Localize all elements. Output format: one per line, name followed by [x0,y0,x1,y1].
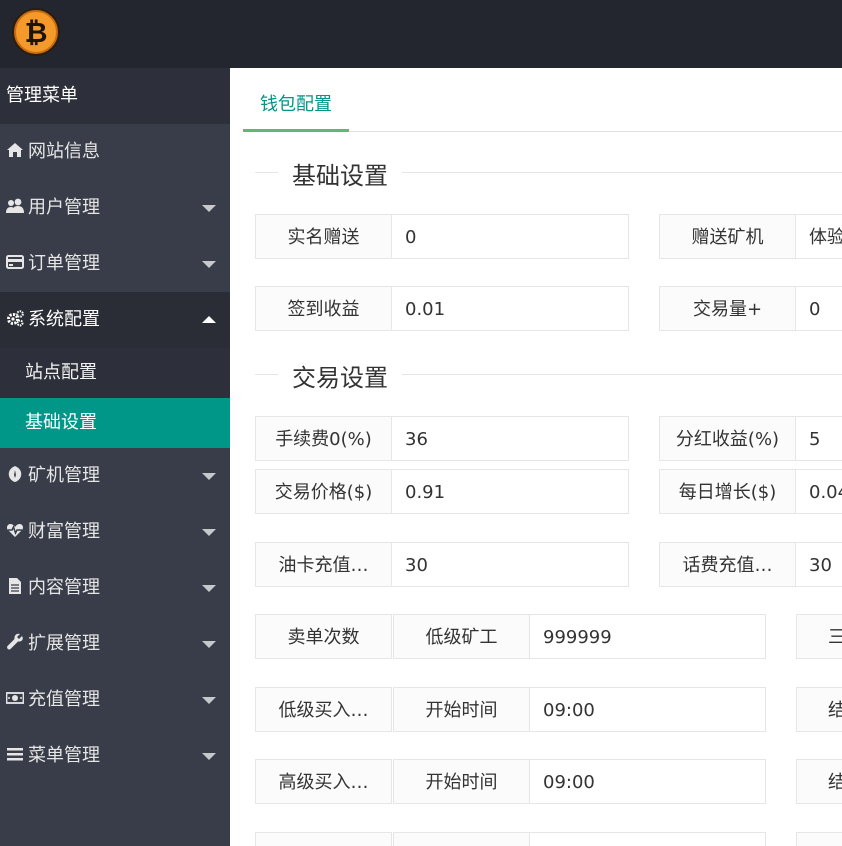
home-icon [7,143,23,157]
trade-price-input[interactable]: 0.91 [392,469,629,514]
section-title-trade: 交易设置 [278,358,402,393]
trade-volume-input[interactable]: 0 [796,286,842,331]
sidebar-header: 管理菜单 [0,68,230,124]
section-title-basic: 基础设置 [278,156,402,191]
sidebar-item-system-config[interactable]: 系统配置 [0,292,230,348]
chevron-down-icon [202,585,216,592]
chevron-down-icon [202,473,216,480]
bitcoin-logo-icon[interactable]: ₿ [11,7,61,57]
chevron-down-icon [202,753,216,760]
chevron-down-icon [202,529,216,536]
sidebar-item-label: 充值管理 [28,689,100,710]
field-label: 低级买入… [255,687,392,732]
bars-icon [7,748,23,761]
field-label: 卖单次数 [255,614,392,659]
sidebar-item-site-info[interactable]: 网站信息 [0,124,230,180]
sidebar-item-order-management[interactable]: 订单管理 [0,236,230,292]
sidebar-item-label: 订单管理 [28,253,100,274]
field-label: 交易价格($) [255,469,392,514]
chevron-down-icon [202,261,216,268]
field-label: 每日增长($) [659,469,796,514]
field-label: 分红收益(%) [659,416,796,461]
wrench-icon [7,633,23,650]
sidebar-item-label: 扩展管理 [28,633,100,654]
top-header: ₿ [0,0,842,68]
sidebar-item-menu-management[interactable]: 菜单管理 [0,728,230,784]
sidebar-item-label: 矿机管理 [28,465,100,486]
sidebar-item-user-management[interactable]: 用户管理 [0,180,230,236]
low-buy-start-time-input[interactable]: 09:00 [530,687,766,732]
fee-input[interactable]: 36 [392,416,629,461]
sidebar-subitem-basic-settings[interactable]: 基础设置 [0,398,230,448]
tab-wallet-config[interactable]: 钱包配置 [243,68,349,132]
sidebar-item-label: 财富管理 [28,521,100,542]
sidebar-item-label: 菜单管理 [28,745,100,766]
gift-miner-select[interactable]: 体验 [796,214,842,259]
field-label: 签到收益 [255,286,392,331]
field-label: 赠送矿机 [659,214,796,259]
tab-bar: 钱包配置 [243,68,842,132]
field-label: 手续费0(%) [255,416,392,461]
phone-recharge-input[interactable]: 30 [796,542,842,587]
main-content: 钱包配置 基础设置 实名赠送 0 赠送矿机 体验 签到收益 0.01 交易量+ … [230,68,842,846]
field-label: 交易量+ [659,286,796,331]
field-input[interactable] [530,832,766,846]
oil-card-input[interactable]: 30 [392,542,629,587]
sidebar-item-miner-management[interactable]: 矿机管理 [0,448,230,504]
field-sublabel: 开始时间 [393,687,530,732]
dividend-input[interactable]: 5 [796,416,842,461]
field-label-partial [796,832,842,846]
credit-card-icon [6,255,24,269]
field-label: 油卡充值… [255,542,392,587]
sidebar-item-label: 用户管理 [28,197,100,218]
sidebar-item-extension-management[interactable]: 扩展管理 [0,616,230,672]
field-label-partial: 三 [796,614,842,659]
field-sublabel: 低级矿工 [393,614,530,659]
sidebar: 管理菜单 网站信息 用户管理 订单管理 系统配置 站点配置 基础设置 矿机管理 … [0,68,230,846]
svg-text:₿: ₿ [25,16,48,49]
field-label [255,832,392,846]
high-buy-start-time-input[interactable]: 09:00 [530,759,766,804]
file-icon [9,578,21,594]
heartbeat-icon [6,524,24,537]
sidebar-subitem-site-config[interactable]: 站点配置 [0,348,230,398]
chevron-up-icon [202,316,216,323]
sidebar-item-wealth-management[interactable]: 财富管理 [0,504,230,560]
sidebar-item-label: 系统配置 [28,309,100,330]
field-sublabel: 开始时间 [393,759,530,804]
daily-growth-input[interactable]: 0.04 [796,469,842,514]
sidebar-item-recharge-management[interactable]: 充值管理 [0,672,230,728]
field-label-partial: 结 [796,687,842,732]
gears-icon [7,310,24,327]
low-miner-sell-count-input[interactable]: 999999 [530,614,766,659]
sidebar-item-label: 网站信息 [28,141,100,162]
chevron-down-icon [202,641,216,648]
chevron-down-icon [202,205,216,212]
rebel-icon [8,466,22,482]
field-label: 实名赠送 [255,214,392,259]
field-label: 高级买入… [255,759,392,804]
field-label-partial: 结 [796,759,842,804]
real-name-gift-input[interactable]: 0 [392,214,629,259]
sidebar-item-label: 内容管理 [28,577,100,598]
field-sublabel [393,832,530,846]
sidebar-item-content-management[interactable]: 内容管理 [0,560,230,616]
field-label: 话费充值… [659,542,796,587]
users-icon [6,198,24,213]
money-icon [6,692,24,704]
chevron-down-icon [202,697,216,704]
checkin-income-input[interactable]: 0.01 [392,286,629,331]
